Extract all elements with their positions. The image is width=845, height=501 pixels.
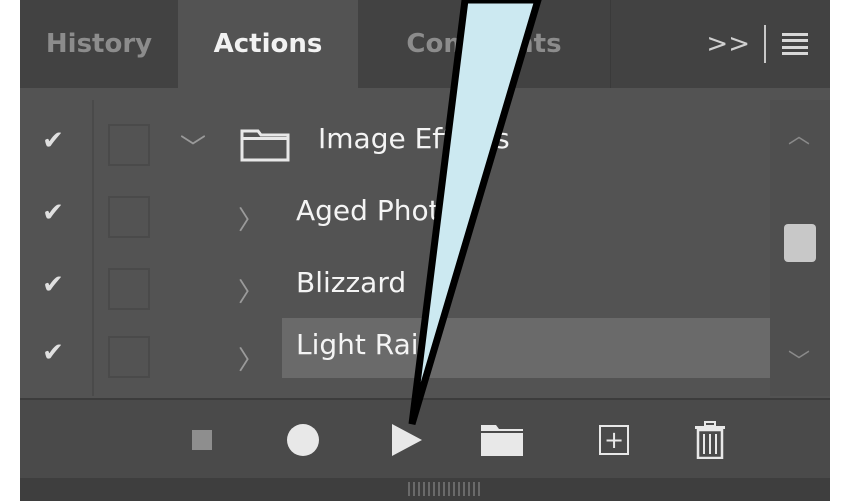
- checkmark-icon[interactable]: ✔: [38, 338, 68, 368]
- list-item[interactable]: ✔ 〉 Blizzard: [20, 250, 770, 320]
- action-label: Light Rain: [296, 328, 437, 361]
- new-action-icon: +: [599, 425, 629, 455]
- list-item[interactable]: ✔ ﹀ Image Effects: [20, 106, 770, 176]
- tab-history[interactable]: History: [20, 0, 178, 88]
- actions-list: ✔ ﹀ Image Effects ✔ 〉 Aged Photo ✔ 〉 Bli…: [20, 100, 770, 396]
- tab-bar-controls: >>: [706, 0, 830, 88]
- play-icon: [392, 424, 422, 456]
- chevron-right-icon[interactable]: 〉: [238, 272, 264, 309]
- actions-panel: History Actions Comments >> ✔ ﹀ Image Ef…: [20, 0, 830, 478]
- scroll-up-icon[interactable]: ︿: [788, 118, 810, 150]
- record-icon: [287, 424, 319, 456]
- hamburger-menu-icon[interactable]: [782, 33, 808, 55]
- action-set-label: Image Effects: [318, 122, 510, 155]
- trash-icon: [695, 421, 725, 459]
- list-item[interactable]: ✔ 〉 Light Rain: [20, 318, 770, 388]
- column-divider: [92, 100, 94, 396]
- stop-icon: [192, 430, 212, 450]
- checkmark-icon[interactable]: ✔: [38, 270, 68, 300]
- actions-toolbar: +: [20, 398, 830, 478]
- tab-bar: History Actions Comments >>: [20, 0, 830, 88]
- dialog-toggle-box[interactable]: [108, 124, 150, 166]
- chevron-right-icon[interactable]: 〉: [238, 200, 264, 237]
- delete-button[interactable]: [688, 400, 732, 478]
- chevron-down-icon[interactable]: ﹀: [180, 128, 206, 165]
- scroll-down-icon[interactable]: ﹀: [788, 344, 810, 376]
- action-label: Blizzard: [296, 266, 407, 299]
- resize-grip[interactable]: [408, 482, 480, 496]
- tab-bar-separator: [764, 25, 766, 63]
- scrollbar[interactable]: ︿ ﹀: [770, 100, 830, 396]
- chevron-right-icon[interactable]: 〉: [238, 340, 264, 377]
- dialog-toggle-box[interactable]: [108, 336, 150, 378]
- double-chevron-right-icon[interactable]: >>: [706, 29, 750, 59]
- stop-button[interactable]: [180, 400, 224, 478]
- action-label: Aged Photo: [296, 194, 457, 227]
- dialog-toggle-box[interactable]: [108, 268, 150, 310]
- new-action-button[interactable]: +: [592, 400, 636, 478]
- right-edge: [830, 0, 845, 501]
- record-button[interactable]: [278, 400, 328, 478]
- list-item[interactable]: ✔ 〉 Aged Photo: [20, 178, 770, 248]
- new-set-button[interactable]: [474, 400, 530, 478]
- play-button[interactable]: [382, 400, 432, 478]
- scroll-thumb[interactable]: [784, 224, 816, 262]
- new-set-folder-icon: [481, 425, 523, 456]
- checkmark-icon[interactable]: ✔: [38, 198, 68, 228]
- dialog-toggle-box[interactable]: [108, 196, 150, 238]
- folder-icon: [240, 129, 290, 162]
- panel-bottom-strip: [20, 478, 830, 501]
- checkmark-icon[interactable]: ✔: [38, 126, 68, 156]
- tab-actions[interactable]: Actions: [178, 0, 358, 88]
- tab-comments[interactable]: Comments: [358, 0, 611, 88]
